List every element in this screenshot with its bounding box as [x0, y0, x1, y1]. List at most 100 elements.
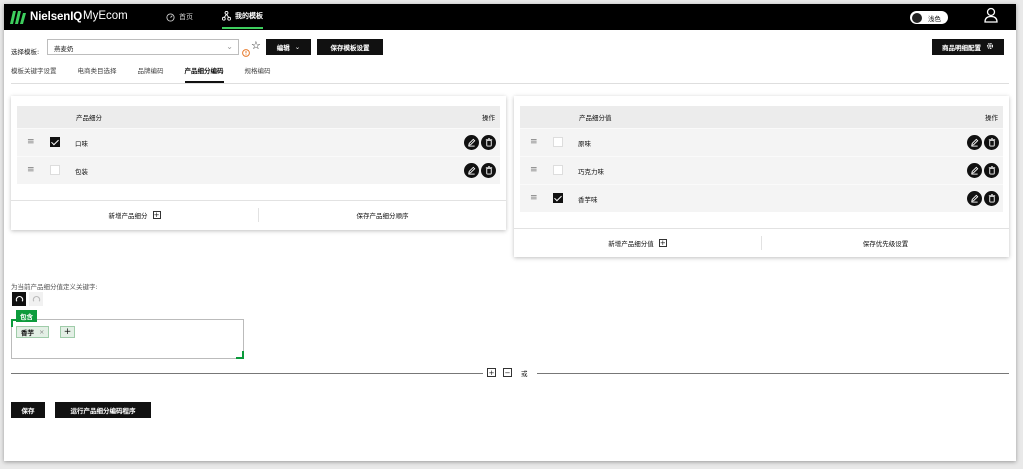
row-checkbox[interactable] — [553, 137, 563, 147]
tab-ecom-category[interactable]: 电商类目选择 — [78, 65, 117, 83]
template-select-value: 燕麦奶 — [54, 45, 74, 53]
panel-footer: 新增产品细分 + 保存产品细分顺序 — [11, 200, 506, 228]
save-segment-order-button[interactable]: 保存产品细分顺序 — [259, 201, 506, 228]
drag-handle-icon[interactable]: ≡ — [27, 166, 35, 175]
save-template-settings-button[interactable]: 保存模板设置 — [317, 39, 383, 55]
panel-footer: 新增产品细分值 + 保存优先级设置 — [514, 228, 1009, 256]
app-window: NielsenIQ MyEcom 首页 我的模板 浅色 选择模板: 燕麦奶 ⌄ — [4, 4, 1016, 461]
edit-button[interactable]: 编辑 ⌄ — [266, 39, 311, 55]
nav-my-templates[interactable]: 我的模板 — [222, 4, 263, 29]
top-navigation-bar: NielsenIQ MyEcom 首页 我的模板 浅色 — [4, 4, 1016, 30]
table-row[interactable]: ≡ 包装 — [17, 156, 500, 184]
chevron-down-icon: ⌄ — [294, 43, 301, 51]
refresh-icon — [15, 295, 23, 302]
edit-button-label: 编辑 — [276, 44, 290, 52]
row-checkbox[interactable] — [553, 165, 563, 175]
delete-icon[interactable] — [481, 135, 496, 150]
segment-value-panel: 产品细分值 操作 ≡ 原味 ≡ 巧克力味 ≡ 香芋味 新增产品细分值 + 保存优… — [514, 96, 1009, 257]
nav-home-label: 首页 — [179, 13, 193, 21]
tab-brand-coding[interactable]: 品牌编码 — [138, 65, 164, 83]
tab-size-coding[interactable]: 规格编码 — [245, 65, 271, 83]
nav-my-templates-label: 我的模板 — [235, 11, 263, 20]
hierarchy-icon — [222, 10, 231, 21]
row-checkbox[interactable] — [50, 165, 60, 175]
add-keyword-button[interactable]: + — [60, 326, 75, 338]
column-header-action: 操作 — [482, 114, 495, 122]
add-group-icon[interactable]: + — [487, 368, 496, 377]
save-button[interactable]: 保存 — [11, 402, 45, 418]
edit-icon[interactable] — [967, 163, 982, 178]
drag-handle-icon[interactable]: ≡ — [530, 138, 538, 147]
add-segment-value-button[interactable]: 新增产品细分值 + — [514, 229, 761, 256]
remove-group-icon[interactable]: − — [503, 368, 512, 377]
save-template-settings-label: 保存模板设置 — [330, 44, 370, 52]
row-checkbox[interactable] — [50, 137, 60, 147]
run-segment-coding-button[interactable]: 运行产品细分编码程序 — [55, 402, 151, 418]
delete-icon[interactable] — [984, 135, 999, 150]
tab-template-keywords[interactable]: 模板关键字设置 — [11, 65, 57, 83]
add-segment-button[interactable]: 新增产品细分 + — [11, 201, 258, 228]
row-checkbox[interactable] — [553, 193, 563, 203]
save-segment-order-label: 保存产品细分顺序 — [356, 211, 409, 220]
drag-handle-icon[interactable]: ≡ — [530, 166, 538, 175]
star-icon[interactable]: ☆ — [251, 39, 261, 52]
contain-tag: 包含 — [16, 310, 37, 322]
product-detail-config-button[interactable]: 商品明细配置 — [932, 39, 1004, 55]
nav-home[interactable]: 首页 — [166, 4, 193, 30]
save-priority-button[interactable]: 保存优先级设置 — [762, 229, 1009, 256]
table-row[interactable]: ≡ 口味 — [17, 128, 500, 156]
template-select[interactable]: 燕麦奶 ⌄ — [47, 39, 239, 55]
keyword-input-box[interactable] — [11, 319, 244, 359]
app-name: MyEcom — [83, 10, 128, 22]
edit-icon[interactable] — [967, 135, 982, 150]
add-segment-value-label: 新增产品细分值 — [608, 239, 654, 248]
table-header: 产品细分值 操作 — [520, 106, 1003, 128]
keyword-mode-active-button[interactable] — [12, 292, 26, 306]
user-icon[interactable] — [984, 7, 998, 27]
column-header-action: 操作 — [985, 114, 998, 122]
table-header: 产品细分 操作 — [17, 106, 500, 128]
table-row[interactable]: ≡ 香芋味 — [520, 184, 1003, 212]
dashboard-icon — [166, 12, 175, 22]
chevron-down-icon: ⌄ — [226, 42, 233, 51]
keyword-chip[interactable]: 香芋 × — [16, 326, 50, 338]
keyword-mode-inactive-button[interactable] — [29, 292, 43, 306]
edit-icon[interactable] — [967, 191, 982, 206]
template-select-label: 选择模板: — [11, 48, 40, 56]
product-segment-panel: 产品细分 操作 ≡ 口味 ≡ 包装 新增产品细分 + 保存产品细分顺序 — [11, 96, 506, 230]
nielseniq-logo-icon — [10, 10, 26, 24]
delete-icon[interactable] — [984, 163, 999, 178]
edit-icon[interactable] — [464, 163, 479, 178]
product-detail-config-label: 商品明细配置 — [942, 44, 981, 52]
drag-handle-icon[interactable]: ≡ — [27, 138, 35, 147]
row-label: 原味 — [578, 140, 591, 148]
segment-value-table: 产品细分值 操作 ≡ 原味 ≡ 巧克力味 ≡ 香芋味 — [520, 106, 1003, 212]
theme-toggle-label: 浅色 — [928, 14, 941, 23]
section-divider-right — [537, 373, 1009, 374]
theme-toggle[interactable]: 浅色 — [910, 11, 948, 24]
refresh-icon — [32, 295, 40, 302]
close-icon[interactable]: × — [39, 328, 44, 336]
logo-text: NielsenIQ — [30, 11, 83, 23]
product-segment-table: 产品细分 操作 ≡ 口味 ≡ 包装 — [17, 106, 500, 184]
drag-handle-icon[interactable]: ≡ — [530, 194, 538, 203]
toggle-knob — [912, 12, 922, 23]
keyword-chip-label: 香芋 — [21, 329, 34, 337]
table-row[interactable]: ≡ 巧克力味 — [520, 156, 1003, 184]
tab-product-segment-coding[interactable]: 产品细分编码 — [184, 65, 224, 83]
edit-icon[interactable] — [464, 135, 479, 150]
delete-icon[interactable] — [481, 163, 496, 178]
save-button-label: 保存 — [21, 407, 35, 415]
table-row[interactable]: ≡ 原味 — [520, 128, 1003, 156]
row-label: 口味 — [75, 140, 88, 148]
run-segment-coding-label: 运行产品细分编码程序 — [70, 407, 136, 415]
delete-icon[interactable] — [984, 191, 999, 206]
save-priority-label: 保存优先级设置 — [862, 239, 909, 248]
row-label: 包装 — [75, 168, 88, 176]
plus-square-icon: + — [152, 210, 161, 219]
column-header-segment: 产品细分 — [76, 114, 102, 122]
warning-icon[interactable] — [242, 42, 250, 61]
or-label: 或 — [521, 370, 528, 378]
row-label: 香芋味 — [578, 196, 598, 204]
logo[interactable]: NielsenIQ — [10, 9, 82, 25]
